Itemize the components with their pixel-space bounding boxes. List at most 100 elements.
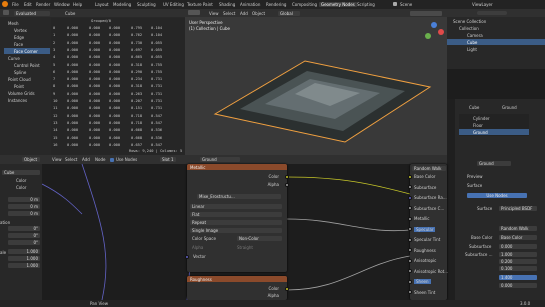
bsdf-input-socket[interactable] [408,227,412,231]
bsdf-input-socket[interactable] [408,290,412,294]
metallic-image-node[interactable]: Metallic Color Alpha Mixe_Erostructu... … [185,164,289,272]
bsdf-input-socket[interactable] [408,237,412,242]
slot-floor[interactable]: Floor [473,123,483,128]
node-menu-select[interactable]: Select [65,157,77,162]
tab-modeling[interactable]: Modeling [113,2,131,7]
scale-y[interactable]: 1.000 [8,256,40,261]
terrain-mesh[interactable] [185,9,447,155]
tab-shading[interactable]: Shading [219,2,235,7]
menu-edit[interactable]: Edit [24,2,32,7]
scale-x[interactable]: 1.000 [8,249,40,254]
tab-sculpting[interactable]: Sculpting [137,2,156,7]
tree-edge[interactable]: Edge [14,35,24,40]
bsdf-input[interactable]: Subsurface C... [414,206,444,211]
tab-uv-editing[interactable]: UV Editing [163,2,184,7]
node-menu-node[interactable]: Node [95,157,105,162]
preview-panel[interactable]: Preview [467,174,483,179]
bsdf-input-socket[interactable] [408,174,412,179]
tree-control-point[interactable]: Control Point [14,63,40,68]
surface-panel[interactable]: Surface [467,183,482,188]
outliner-camera[interactable]: Camera [467,33,483,38]
material-dropdown[interactable]: Ground [200,157,240,162]
spreadsheet-editor-icon[interactable] [3,10,9,15]
scale-z[interactable]: 1.000 [8,263,40,268]
bsdf-input[interactable]: Metallic [414,216,429,221]
bsdf-input[interactable]: Base Color [414,174,435,179]
bsdf-input-socket[interactable] [408,185,412,189]
image-datablock[interactable]: Mixe_Erostructu... [197,194,281,199]
bsdf-input[interactable]: Sheen [414,279,431,284]
outliner-scene-collection[interactable]: Scene Collection [453,19,486,24]
menu-window[interactable]: Window [54,2,70,7]
base-color-field[interactable]: Base Color [499,235,537,240]
rough-out-color-socket[interactable] [285,287,289,291]
tree-spline[interactable]: Spline [14,70,26,75]
projection-dropdown[interactable]: Flat [190,212,282,217]
bsdf-input-socket[interactable] [408,216,412,221]
use-nodes-button[interactable]: Use Nodes [467,193,527,198]
material-field[interactable]: Ground [477,161,511,166]
bsdf-input-socket[interactable] [408,279,412,284]
slot-ground-row[interactable] [459,129,529,135]
menu-help[interactable]: Help [73,2,82,7]
tree-vertex[interactable]: Vertex [14,28,27,33]
bsdf-input-socket[interactable] [408,258,412,263]
subsurface-ior-field[interactable]: 1.400 [499,275,537,280]
tree-curve[interactable]: Curve [8,56,20,61]
color-space-dropdown[interactable]: Non-Color [237,236,282,241]
use-nodes-checkbox[interactable] [110,157,114,162]
tree-point[interactable]: Point [14,84,24,89]
out-alpha-socket[interactable] [285,183,289,187]
tree-volume-grids[interactable]: Volume Grids [8,91,35,96]
radius-x-field[interactable]: 1.000 [499,252,537,257]
view-layer-selector[interactable]: ViewLayer [472,2,493,7]
subsurface-method-dropdown[interactable]: Random Walk [499,226,537,231]
bsdf-input[interactable]: Roughness [414,248,436,253]
tree-instances[interactable]: Instances [8,98,27,103]
bsdf-input[interactable]: Specular [414,226,436,232]
rot-x[interactable]: 0° [8,226,40,231]
slot-ground[interactable]: Ground [473,130,488,135]
bsdf-input[interactable]: Anisotropic Rot... [414,269,448,274]
3d-viewport[interactable]: View Select Add Object Global User Persp… [185,9,447,155]
bsdf-input[interactable]: Sheen Tint [414,290,435,295]
tree-mesh[interactable]: Mesh [8,21,19,26]
vector-socket[interactable] [185,255,189,259]
outliner-collection[interactable]: Collection [459,26,479,31]
bsdf-input[interactable]: Subsurface Ra... [414,195,447,200]
subsurface-field[interactable]: 0.000 [499,244,537,249]
loc-x[interactable]: 0 m [8,197,40,202]
tab-compositing[interactable]: Compositing [292,2,317,7]
outliner-cube[interactable]: Cube [467,40,477,45]
source-dropdown[interactable]: Single Image [190,228,282,233]
blender-logo-icon[interactable] [2,1,8,7]
bsdf-input-socket[interactable] [408,195,412,200]
roughness-image-node[interactable]: Roughness Color Alpha [187,276,289,300]
tab-layout[interactable]: Layout [95,2,109,7]
tab-geometry-nodes[interactable]: Geometry Nodes [319,2,357,7]
loc-z[interactable]: 0 m [8,211,40,216]
menu-render[interactable]: Render [36,2,50,7]
tree-face-corner[interactable]: Face Corner [14,49,38,54]
node-canvas[interactable]: Metallic Color Alpha Mixe_Erostructu... … [42,164,448,300]
tab-animation[interactable]: Animation [240,2,260,7]
extension-dropdown[interactable]: Repeat [190,220,282,225]
surface-shader-field[interactable]: Principled BSDF [499,206,537,211]
bsdf-input[interactable]: Anisotropic [414,258,436,263]
bsdf-input[interactable]: Specular Tint [414,237,440,242]
out-color-socket[interactable] [285,175,289,179]
tab-scripting[interactable]: Scripting [357,2,375,7]
search-icon[interactable] [477,11,507,15]
bsdf-subsurface-method[interactable]: Random Walk [412,166,446,171]
bsdf-input-socket[interactable] [408,206,412,210]
node-menu-view[interactable]: View [52,157,62,162]
rot-z[interactable]: 0° [8,240,40,245]
loc-y[interactable]: 0 m [8,204,40,209]
bsdf-input-socket[interactable] [408,248,412,252]
navigation-gizmo[interactable] [423,20,445,46]
principled-bsdf-node[interactable]: Random Walk Base Color Subsurface Subsurfa… [408,164,448,300]
tab-rendering[interactable]: Rendering [266,2,286,7]
tab-texture-paint[interactable]: Texture Paint [187,2,213,7]
radius-z-field[interactable]: 0.100 [499,266,537,271]
outliner-light[interactable]: Light [467,47,477,52]
